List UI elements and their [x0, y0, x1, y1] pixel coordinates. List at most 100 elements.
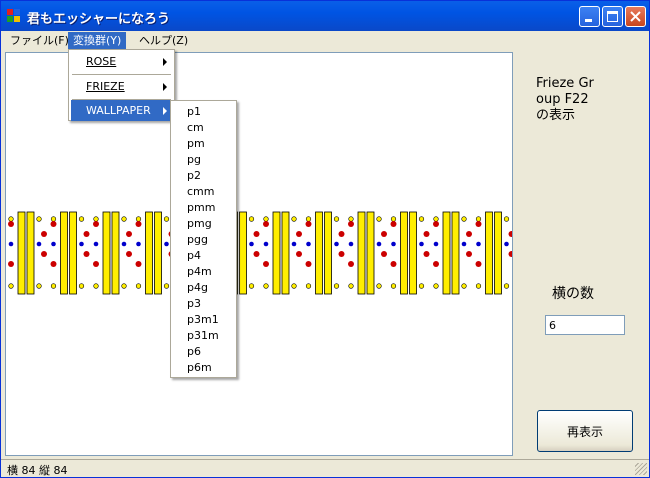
- minimize-button[interactable]: [579, 6, 600, 27]
- wallpaper-item-pgg[interactable]: pgg: [173, 232, 235, 248]
- yellow-dot: [475, 283, 482, 289]
- yellow-dot: [376, 283, 382, 289]
- blue-dot: [93, 241, 99, 247]
- wallpaper-item-p31m[interactable]: p31m: [173, 328, 235, 344]
- pattern-bar: [357, 211, 366, 295]
- blue-dot: [433, 241, 439, 247]
- yellow-dot: [390, 216, 397, 222]
- wallpaper-item-p4[interactable]: p4: [173, 248, 235, 264]
- blue-dot: [504, 241, 509, 247]
- wallpaper-item-p6[interactable]: p6: [173, 344, 235, 360]
- menu-item-wallpaper[interactable]: WALLPAPER: [71, 100, 172, 121]
- pattern-bar: [69, 211, 77, 295]
- red-dot: [50, 221, 57, 227]
- yellow-dot: [263, 216, 269, 222]
- close-button[interactable]: [625, 6, 646, 27]
- red-dot: [93, 261, 99, 267]
- red-dot: [126, 231, 132, 237]
- pattern-bar: [272, 211, 281, 295]
- yellow-dot: [348, 216, 354, 222]
- wallpaper-submenu: p1 cm pm pg p2 cmm pmm pmg pgg p4 p4m p4g p3 p3m1 p31m…: [170, 100, 237, 378]
- redisplay-button[interactable]: 再表示: [537, 410, 633, 452]
- red-dot: [305, 221, 312, 227]
- yellow-dot: [461, 283, 467, 289]
- status-bar: 横 84 縦 84: [1, 459, 649, 477]
- red-dot: [126, 251, 132, 257]
- blue-dot: [249, 241, 254, 247]
- wallpaper-item-p4m[interactable]: p4m: [173, 264, 235, 280]
- yellow-dot: [376, 216, 382, 222]
- red-dot: [135, 261, 142, 267]
- menu-file[interactable]: ファイル(F): [5, 32, 74, 49]
- resize-grip-icon[interactable]: [635, 463, 647, 475]
- wallpaper-item-pg[interactable]: pg: [173, 152, 235, 168]
- yellow-dot: [36, 216, 42, 222]
- pattern-bar: [494, 211, 502, 295]
- transform-menu-dropdown: ROSE FRIEZE WALLPAPER: [68, 49, 175, 121]
- red-dot: [135, 221, 142, 227]
- maximize-icon: [607, 11, 618, 22]
- title-bar[interactable]: 君もエッシャーになろう: [1, 1, 649, 31]
- maximize-button[interactable]: [602, 6, 623, 27]
- red-dot: [466, 231, 472, 237]
- red-dot: [253, 251, 260, 257]
- yellow-dot: [8, 216, 14, 222]
- menu-help[interactable]: ヘルプ(Z): [134, 32, 193, 49]
- red-dot: [41, 251, 47, 257]
- pattern-bar: [442, 211, 451, 295]
- yellow-dot: [36, 283, 42, 289]
- yellow-dot: [8, 283, 14, 289]
- yellow-dot: [503, 216, 510, 222]
- yellow-dot: [163, 283, 170, 289]
- wallpaper-item-pmg[interactable]: pmg: [173, 216, 235, 232]
- red-dot: [423, 231, 430, 237]
- yellow-dot: [50, 283, 57, 289]
- wallpaper-item-p3[interactable]: p3: [173, 296, 235, 312]
- blue-dot: [334, 241, 339, 247]
- red-dot: [390, 261, 397, 267]
- close-icon: [630, 11, 641, 22]
- red-dot: [338, 251, 345, 257]
- red-dot: [253, 231, 260, 237]
- yellow-dot: [305, 216, 312, 222]
- wallpaper-item-p4g[interactable]: p4g: [173, 280, 235, 296]
- blue-dot: [121, 241, 127, 247]
- red-dot: [8, 221, 14, 227]
- yellow-dot: [78, 216, 85, 222]
- wallpaper-item-pm[interactable]: pm: [173, 136, 235, 152]
- wallpaper-item-p2[interactable]: p2: [173, 168, 235, 184]
- submenu-arrow-icon: [163, 58, 167, 66]
- wallpaper-item-p1[interactable]: p1: [173, 104, 235, 120]
- submenu-arrow-icon: [163, 83, 167, 91]
- menu-transform-group[interactable]: 変換群(Y): [68, 32, 127, 49]
- pattern-bar: [400, 211, 408, 295]
- yellow-dot: [333, 283, 340, 289]
- blue-dot: [376, 241, 382, 247]
- blue-dot: [391, 241, 396, 247]
- red-dot: [8, 261, 14, 267]
- wallpaper-item-p6m[interactable]: p6m: [173, 360, 235, 376]
- menu-separator: [72, 74, 171, 75]
- red-dot: [83, 251, 90, 257]
- yellow-dot: [390, 283, 397, 289]
- red-dot: [475, 261, 482, 267]
- count-input[interactable]: [545, 315, 625, 335]
- status-text: 横 84 縦 84: [7, 464, 68, 477]
- wallpaper-item-pmm[interactable]: pmm: [173, 200, 235, 216]
- blue-dot: [348, 241, 354, 247]
- red-dot: [348, 221, 354, 227]
- red-dot: [263, 261, 269, 267]
- red-dot: [475, 221, 482, 227]
- menu-item-frieze[interactable]: FRIEZE: [71, 76, 172, 97]
- menu-item-rose[interactable]: ROSE: [71, 51, 172, 72]
- app-icon[interactable]: [7, 9, 21, 23]
- red-dot: [508, 251, 512, 257]
- yellow-dot: [291, 216, 297, 222]
- yellow-dot: [135, 283, 142, 289]
- pattern-bar: [17, 211, 26, 295]
- wallpaper-item-p3m1[interactable]: p3m1: [173, 312, 235, 328]
- wallpaper-item-cm[interactable]: cm: [173, 120, 235, 136]
- blue-dot: [79, 241, 84, 247]
- blue-dot: [291, 241, 297, 247]
- wallpaper-item-cmm[interactable]: cmm: [173, 184, 235, 200]
